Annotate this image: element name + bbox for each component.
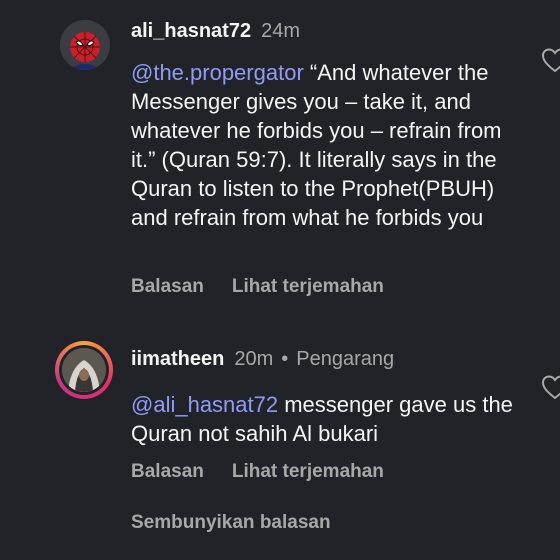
comment-actions: Balasan Lihat terjemahan (131, 276, 412, 298)
timestamp: 24m (261, 20, 300, 42)
username[interactable]: iimatheen (131, 348, 224, 371)
see-translation-button[interactable]: Lihat terjemahan (232, 461, 384, 483)
username[interactable]: ali_hasnat72 (131, 20, 251, 43)
comment-header: ali_hasnat72 24m (131, 20, 300, 43)
hide-replies-button[interactable]: Sembunyikan balasan (131, 512, 331, 534)
timestamp: 20m (234, 348, 274, 370)
separator-dot: • (281, 348, 289, 370)
mention-link[interactable]: @the.propergator (131, 60, 304, 85)
comment-header: iimatheen 20m • Pengarang (131, 348, 394, 371)
spiderman-avatar-icon[interactable] (60, 20, 110, 70)
comment-text: @ali_hasnat72 messenger gave us the Qura… (131, 390, 531, 448)
mention-link[interactable]: @ali_hasnat72 (131, 392, 278, 417)
like-heart-icon[interactable] (540, 45, 560, 75)
reply-button[interactable]: Balasan (131, 461, 204, 483)
comment-actions: Balasan Lihat terjemahan (131, 461, 412, 483)
comment-body: “And whatever the Messenger gives you – … (131, 60, 502, 230)
author-badge: Pengarang (296, 348, 395, 370)
comment-text: @the.propergator “And whatever the Messe… (131, 58, 531, 232)
like-heart-icon[interactable] (540, 372, 560, 402)
hooded-figure-avatar-icon[interactable] (59, 345, 109, 395)
see-translation-button[interactable]: Lihat terjemahan (232, 276, 384, 298)
reply-button[interactable]: Balasan (131, 276, 204, 298)
